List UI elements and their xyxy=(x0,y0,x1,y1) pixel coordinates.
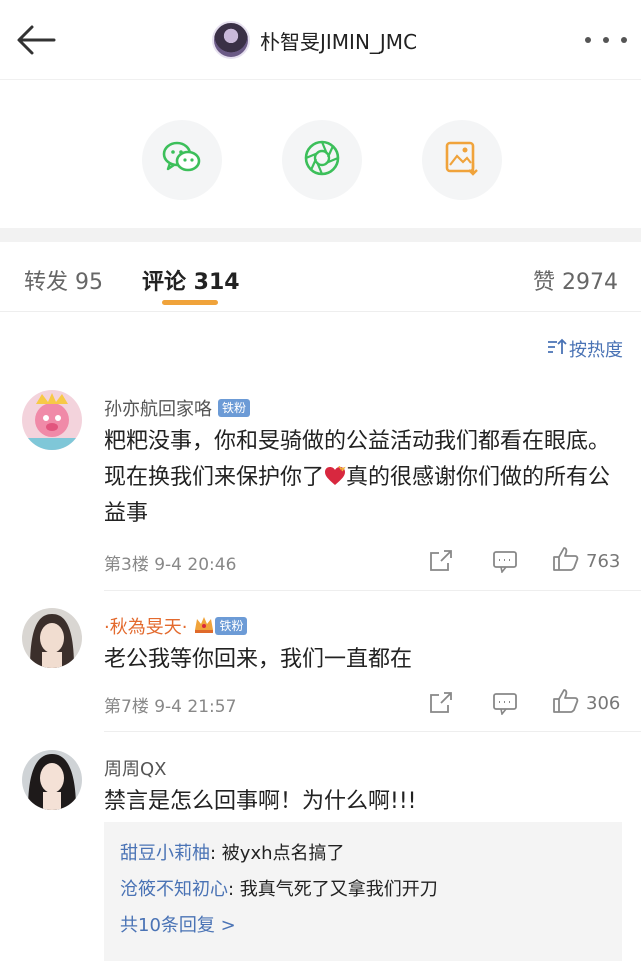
comment-body: 孙亦航回家咯 铁粉 粑粑没事，你和旻骑做的公益活动我们都看在眼底。现在换我们来保… xyxy=(104,394,623,532)
username[interactable]: 孙亦航回家咯 铁粉 xyxy=(104,394,623,422)
comment-body: 周周QX 禁言是怎么回事啊！为什么啊!!! xyxy=(104,754,623,820)
reply-text: : 我真气死了又拿我们开刀 xyxy=(228,879,438,900)
reply-username[interactable]: 甜豆小莉柚 xyxy=(120,843,210,864)
share-icon[interactable] xyxy=(428,546,454,576)
username[interactable]: ·秋為旻天· 铁粉 xyxy=(104,612,623,640)
back-arrow-icon[interactable] xyxy=(14,22,58,58)
reply-username[interactable]: 沧筱不知初心 xyxy=(120,879,228,900)
avatar[interactable] xyxy=(22,750,82,810)
divider xyxy=(104,731,641,732)
sort-by-hot-button[interactable]: 按热度 xyxy=(547,336,623,362)
profile-header[interactable]: 朴智旻JIMIN_JMC xyxy=(212,20,417,60)
tab-repost[interactable]: 转发 95 xyxy=(24,264,103,296)
avatar[interactable] xyxy=(212,21,250,59)
like-count: 306 xyxy=(586,692,621,714)
heart-icon xyxy=(324,465,346,490)
username-text: ·秋為旻天· xyxy=(104,617,188,638)
view-all-replies-link[interactable]: 共10条回复 > xyxy=(120,908,606,944)
comment-icon[interactable] xyxy=(492,546,518,576)
reply-item[interactable]: 甜豆小莉柚: 被yxh点名搞了 xyxy=(120,836,606,872)
wechat-icon xyxy=(162,141,202,179)
reply-preview[interactable]: 甜豆小莉柚: 被yxh点名搞了 沧筱不知初心: 我真气死了又拿我们开刀 共10条… xyxy=(104,822,622,961)
moments-share-button[interactable] xyxy=(282,120,362,200)
fan-badge: 铁粉 xyxy=(215,617,248,635)
avatar[interactable] xyxy=(22,608,82,668)
like-button[interactable]: 306 xyxy=(552,688,620,718)
wechat-share-button[interactable] xyxy=(142,120,222,200)
floor-time: 第7楼 9-4 21:57 xyxy=(104,697,237,717)
fan-badge: 铁粉 xyxy=(218,399,251,417)
comment-meta: 第3楼 9-4 20:46 763 xyxy=(104,546,623,576)
save-image-button[interactable] xyxy=(422,120,502,200)
moments-icon xyxy=(303,139,341,181)
comment-body: ·秋為旻天· 铁粉 老公我等你回来，我们一直都在 xyxy=(104,612,623,678)
sort-label: 按热度 xyxy=(569,340,623,361)
username-text: 孙亦航回家咯 xyxy=(104,399,212,420)
reply-item[interactable]: 沧筱不知初心: 我真气死了又拿我们开刀 xyxy=(120,872,606,908)
sort-icon xyxy=(547,338,569,361)
share-icon[interactable] xyxy=(428,688,454,718)
avatar[interactable] xyxy=(22,390,82,450)
like-button[interactable]: 763 xyxy=(552,546,620,576)
more-dots-icon[interactable] xyxy=(585,28,627,52)
comment-icon[interactable] xyxy=(492,688,518,718)
active-tab-indicator xyxy=(162,300,218,305)
section-divider xyxy=(0,228,641,242)
floor-time: 第3楼 9-4 20:46 xyxy=(104,555,237,575)
comment-text: 粑粑没事，你和旻骑做的公益活动我们都看在眼底。现在换我们来保护你了 真的很感谢你们… xyxy=(104,424,623,532)
divider xyxy=(104,590,641,591)
reply-text: : 被yxh点名搞了 xyxy=(210,843,345,864)
comment-text: 禁言是怎么回事啊！为什么啊!!! xyxy=(104,789,417,814)
comment-text: 老公我等你回来，我们一直都在 xyxy=(104,647,413,672)
tab-comments[interactable]: 评论 314 xyxy=(142,264,240,296)
tab-likes[interactable]: 赞 2974 xyxy=(533,264,618,296)
thumb-up-icon xyxy=(552,546,580,576)
comment-meta: 第7楼 9-4 21:57 306 xyxy=(104,688,623,718)
like-count: 763 xyxy=(586,550,621,572)
share-row xyxy=(0,80,641,228)
page-title: 朴智旻JIMIN_JMC xyxy=(260,29,418,54)
thumb-up-icon xyxy=(552,688,580,718)
username[interactable]: 周周QX xyxy=(104,754,623,782)
save-image-icon xyxy=(444,139,480,181)
tab-bar: 转发 95 评论 314 赞 2974 xyxy=(0,242,641,312)
top-bar: 朴智旻JIMIN_JMC xyxy=(0,0,641,80)
crown-icon xyxy=(193,614,215,639)
